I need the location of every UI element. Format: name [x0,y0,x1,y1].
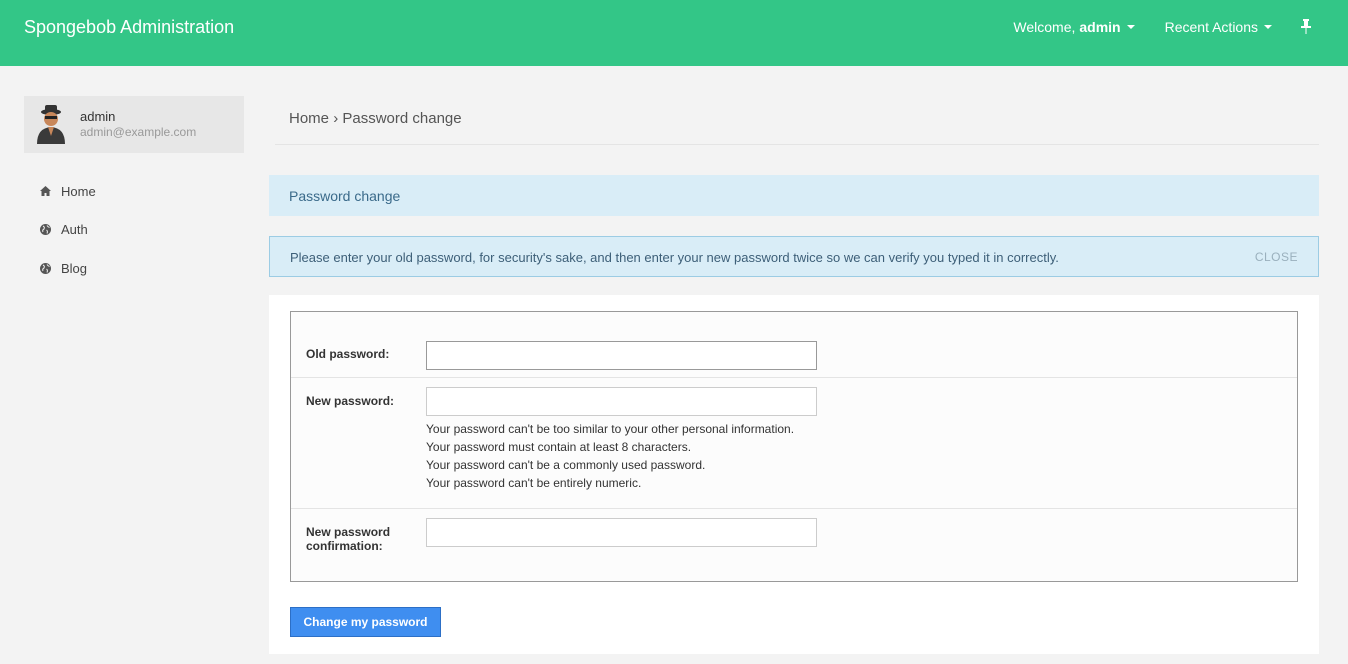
new-password-input[interactable] [426,387,817,416]
alert-close-button[interactable]: CLOSE [1255,250,1298,264]
user-menu-dropdown[interactable]: Welcome, admin [1013,19,1135,35]
user-email: admin@example.com [80,125,197,139]
help-text: Your password can't be a commonly used p… [426,458,706,472]
breadcrumb: Home › Password change [289,110,462,127]
change-password-button[interactable]: Change my password [290,607,441,637]
new-password-label: New password: [306,394,395,408]
welcome-username: admin [1079,19,1121,35]
form-row-new-password: New password: Your password can't be too… [291,378,1297,509]
home-icon [39,185,51,197]
breadcrumb-divider [275,144,1319,145]
sidebar-item-blog[interactable]: Blog [24,249,244,288]
password-form-fieldset: Old password: New password: Your passwor… [290,311,1298,582]
breadcrumb-separator: › [333,110,339,127]
globe-icon [39,262,51,274]
password-help-list: Your password can't be too similar to yo… [426,420,794,492]
chevron-down-icon [1264,25,1272,29]
sidebar-nav: Home Auth Blog [24,172,244,288]
breadcrumb-current: Password change [342,110,462,127]
sidebar-item-label: Home [61,183,96,199]
breadcrumb-home-link[interactable]: Home [289,110,329,127]
help-text: Your password must contain at least 8 ch… [426,440,692,454]
confirm-label-line1: New password [306,525,391,539]
page-title: Password change [289,188,401,204]
avatar [34,104,68,144]
alert-message: Please enter your old password, for secu… [290,250,1059,265]
old-password-input[interactable] [426,341,817,370]
old-password-label: Old password: [306,347,390,361]
recent-actions-label: Recent Actions [1164,19,1258,35]
confirm-password-label: New password confirmation: [306,525,390,553]
info-alert: Please enter your old password, for secu… [269,236,1319,277]
chevron-down-icon [1126,25,1135,29]
sidebar-item-home[interactable]: Home [24,172,244,211]
password-change-panel: Old password: New password: Your passwor… [269,295,1319,654]
welcome-text: Welcome, [1013,19,1076,35]
navbar-right: Welcome, admin Recent Actions [983,19,1312,35]
help-text: Your password can't be entirely numeric. [426,476,642,490]
recent-actions-dropdown[interactable]: Recent Actions [1165,19,1272,35]
globe-icon [39,224,51,236]
top-navbar: Spongebob Administration Welcome, admin … [0,0,1348,66]
user-card: admin admin@example.com [24,96,244,153]
sidebar-item-label: Blog [61,260,88,276]
pin-icon[interactable] [1300,19,1312,35]
form-row-old-password: Old password: [291,312,1297,378]
form-row-confirm-password: New password confirmation: [291,509,1297,581]
help-text: Your password can't be too similar to yo… [426,422,795,436]
sidebar-item-label: Auth [61,222,88,238]
sidebar-item-auth[interactable]: Auth [24,211,244,250]
confirm-password-input[interactable] [426,518,817,547]
site-brand[interactable]: Spongebob Administration [24,17,234,38]
page-title-bar: Password change [269,175,1319,216]
confirm-label-line2: confirmation: [306,539,383,553]
user-name: admin [80,109,116,124]
